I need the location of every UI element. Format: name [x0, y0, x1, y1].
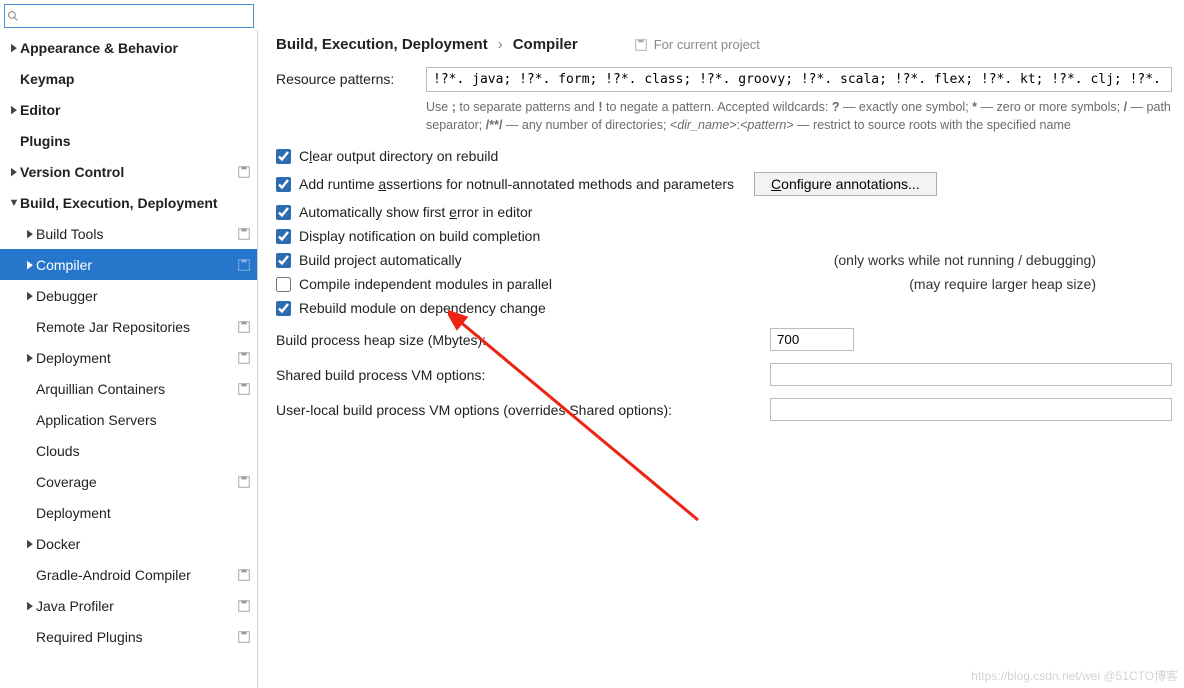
- sidebar-item-label: Gradle-Android Compiler: [36, 567, 237, 583]
- sidebar-item-keymap[interactable]: Keymap: [0, 63, 257, 94]
- sidebar-item-label: Deployment: [36, 505, 251, 521]
- build-auto-checkbox[interactable]: [276, 253, 291, 268]
- sidebar-item-version-control[interactable]: ▶Version Control: [0, 156, 257, 187]
- shared-vm-input[interactable]: [770, 363, 1172, 386]
- project-scope-icon: [634, 38, 648, 52]
- resource-patterns-label: Resource patterns:: [276, 67, 426, 87]
- sidebar-item-label: Java Profiler: [36, 598, 237, 614]
- compile-parallel-checkbox[interactable]: [276, 277, 291, 292]
- rebuild-dep-checkbox[interactable]: [276, 301, 291, 316]
- sidebar-item-build-tools[interactable]: ▶Build Tools: [0, 218, 257, 249]
- project-scope-icon: [237, 382, 251, 396]
- sidebar-item-label: Version Control: [20, 164, 237, 180]
- resource-patterns-hint: Use ; to separate patterns and ! to nega…: [426, 98, 1172, 134]
- sidebar-item-label: Plugins: [20, 133, 251, 149]
- chevron-right-icon: ▶: [26, 289, 34, 302]
- sidebar-item-deployment[interactable]: ▶Deployment: [0, 342, 257, 373]
- rebuild-dep-label: Rebuild module on dependency change: [299, 300, 546, 316]
- heap-size-label: Build process heap size (Mbytes):: [276, 332, 770, 348]
- sidebar-item-arquillian-containers[interactable]: Arquillian Containers: [0, 373, 257, 404]
- project-scope-icon: [237, 475, 251, 489]
- chevron-down-icon: ▼: [8, 197, 20, 209]
- breadcrumb: Build, Execution, Deployment › Compiler: [276, 36, 578, 53]
- search-input-wrap[interactable]: [4, 4, 254, 28]
- sidebar-item-label: Remote Jar Repositories: [36, 319, 237, 335]
- sidebar-item-plugins[interactable]: Plugins: [0, 125, 257, 156]
- sidebar-item-label: Arquillian Containers: [36, 381, 237, 397]
- compile-parallel-label: Compile independent modules in parallel: [299, 276, 552, 292]
- chevron-right-icon: ▶: [26, 537, 34, 550]
- sidebar-item-label: Build Tools: [36, 226, 237, 242]
- scope-label: For current project: [634, 37, 760, 52]
- project-scope-icon: [237, 227, 251, 241]
- user-vm-input[interactable]: [770, 398, 1172, 421]
- sidebar-item-coverage[interactable]: Coverage: [0, 466, 257, 497]
- watermark: https://blog.csdn.net/wei @51CTO博客: [971, 667, 1178, 684]
- search-input[interactable]: [21, 9, 253, 24]
- settings-tree: ▶Appearance & BehaviorKeymap▶EditorPlugi…: [0, 30, 258, 688]
- user-vm-label: User-local build process VM options (ove…: [276, 402, 770, 418]
- project-scope-icon: [237, 320, 251, 334]
- search-icon: [7, 10, 19, 22]
- sidebar-item-label: Appearance & Behavior: [20, 40, 251, 56]
- build-auto-label: Build project automatically: [299, 252, 462, 268]
- sidebar-item-editor[interactable]: ▶Editor: [0, 94, 257, 125]
- chevron-right-icon: ▶: [10, 165, 18, 178]
- build-auto-note: (only works while not running / debuggin…: [814, 252, 1096, 268]
- show-first-error-checkbox[interactable]: [276, 205, 291, 220]
- sidebar-item-label: Deployment: [36, 350, 237, 366]
- shared-vm-label: Shared build process VM options:: [276, 367, 770, 383]
- project-scope-icon: [237, 351, 251, 365]
- chevron-right-icon: ▶: [26, 227, 34, 240]
- clear-output-label: Clear output directory on rebuild: [299, 148, 498, 164]
- sidebar-item-label: Build, Execution, Deployment: [20, 195, 251, 211]
- breadcrumb-a: Build, Execution, Deployment: [276, 36, 488, 53]
- sidebar-item-java-profiler[interactable]: ▶Java Profiler: [0, 590, 257, 621]
- sidebar-item-label: Application Servers: [36, 412, 251, 428]
- sidebar-item-label: Keymap: [20, 71, 251, 87]
- sidebar-item-label: Compiler: [36, 257, 237, 273]
- display-notification-checkbox[interactable]: [276, 229, 291, 244]
- sidebar-item-remote-jar-repositories[interactable]: Remote Jar Repositories: [0, 311, 257, 342]
- sidebar-item-required-plugins[interactable]: Required Plugins: [0, 621, 257, 652]
- clear-output-checkbox[interactable]: [276, 149, 291, 164]
- sidebar-item-deployment[interactable]: Deployment: [0, 497, 257, 528]
- sidebar-item-label: Docker: [36, 536, 251, 552]
- sidebar-item-label: Debugger: [36, 288, 251, 304]
- sidebar-item-debugger[interactable]: ▶Debugger: [0, 280, 257, 311]
- configure-annotations-button[interactable]: Configure annotations...: [754, 172, 937, 196]
- project-scope-icon: [237, 165, 251, 179]
- show-first-error-label: Automatically show first error in editor: [299, 204, 532, 220]
- sidebar-item-appearance-behavior[interactable]: ▶Appearance & Behavior: [0, 32, 257, 63]
- sidebar-item-compiler[interactable]: ▶Compiler: [0, 249, 257, 280]
- project-scope-icon: [237, 599, 251, 613]
- compile-parallel-note: (may require larger heap size): [889, 276, 1096, 292]
- project-scope-icon: [237, 568, 251, 582]
- chevron-right-icon: ▶: [26, 351, 34, 364]
- sidebar-item-docker[interactable]: ▶Docker: [0, 528, 257, 559]
- project-scope-icon: [237, 258, 251, 272]
- sidebar-item-gradle-android-compiler[interactable]: Gradle-Android Compiler: [0, 559, 257, 590]
- chevron-right-icon: ▶: [10, 103, 18, 116]
- resource-patterns-input[interactable]: [426, 67, 1172, 92]
- breadcrumb-sep: ›: [498, 36, 503, 53]
- chevron-right-icon: ▶: [26, 599, 34, 612]
- sidebar-item-label: Editor: [20, 102, 251, 118]
- breadcrumb-b: Compiler: [513, 36, 578, 53]
- project-scope-icon: [237, 630, 251, 644]
- sidebar-item-label: Clouds: [36, 443, 251, 459]
- heap-size-input[interactable]: [770, 328, 854, 351]
- runtime-assertions-label: Add runtime assertions for notnull-annot…: [299, 176, 734, 192]
- sidebar-item-application-servers[interactable]: Application Servers: [0, 404, 257, 435]
- sidebar-item-build-execution-deployment[interactable]: ▼Build, Execution, Deployment: [0, 187, 257, 218]
- chevron-right-icon: ▶: [26, 258, 34, 271]
- sidebar-item-label: Required Plugins: [36, 629, 237, 645]
- display-notification-label: Display notification on build completion: [299, 228, 540, 244]
- runtime-assertions-checkbox[interactable]: [276, 177, 291, 192]
- sidebar-item-clouds[interactable]: Clouds: [0, 435, 257, 466]
- chevron-right-icon: ▶: [10, 41, 18, 54]
- sidebar-item-label: Coverage: [36, 474, 237, 490]
